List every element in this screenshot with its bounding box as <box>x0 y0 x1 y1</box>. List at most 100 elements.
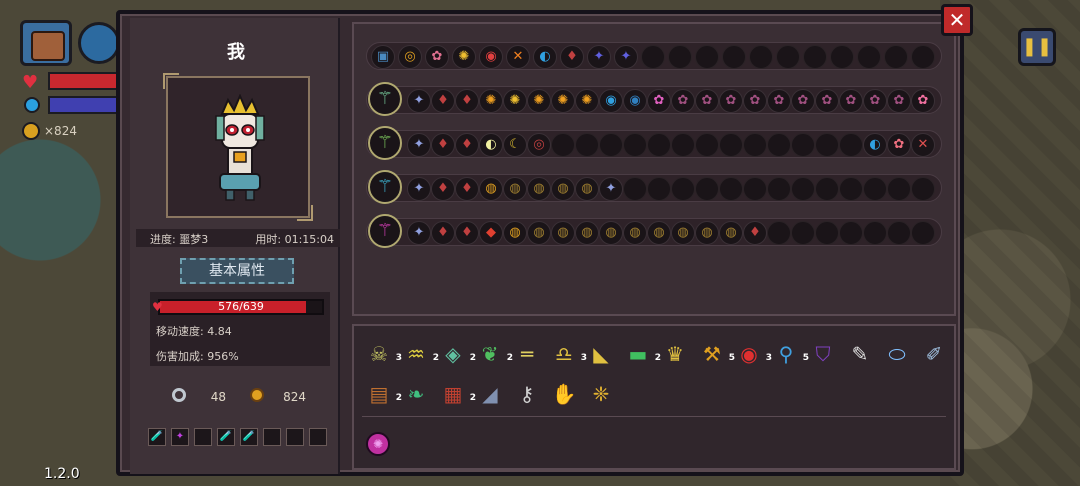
spell-slot-empty[interactable] <box>911 177 935 201</box>
spell-icon[interactable]: ♦ <box>743 221 767 245</box>
spell-icon[interactable]: ◍ <box>551 221 575 245</box>
spell-icon[interactable]: ◍ <box>647 221 671 245</box>
spell-icon[interactable]: ✺ <box>527 89 551 113</box>
spell-slot-empty[interactable] <box>887 177 911 201</box>
ember-icon[interactable]: ♦ <box>560 45 584 69</box>
jaws-icon[interactable]: ♒ 2 <box>401 340 439 370</box>
spell-icon[interactable]: ✿ <box>863 89 887 113</box>
spell-icon[interactable]: ◍ <box>671 221 695 245</box>
spell-slot-empty[interactable] <box>863 177 887 201</box>
spell-slot-empty[interactable] <box>647 177 671 201</box>
spell-icon[interactable]: ♦ <box>455 177 479 201</box>
rune-icon[interactable]: ✺ <box>452 45 476 69</box>
relic-slot-empty[interactable] <box>695 45 719 69</box>
spell-slot-empty[interactable] <box>719 177 743 201</box>
crystal-icon[interactable]: ✦ <box>171 428 189 446</box>
boot-icon[interactable]: ◢ <box>475 380 505 410</box>
spell-icon[interactable]: ◍ <box>479 177 503 201</box>
shield-icon[interactable]: ⛉ <box>808 340 838 370</box>
spell-slot-empty[interactable] <box>671 177 695 201</box>
spell-icon[interactable]: ✿ <box>911 89 935 113</box>
spell-icon[interactable]: ✿ <box>839 89 863 113</box>
spell-icon[interactable]: ✦ <box>407 133 431 157</box>
bone-icon[interactable]: ═ <box>512 340 542 370</box>
spell-icon[interactable]: ✦ <box>407 89 431 113</box>
spell-icon[interactable]: ◎ <box>527 133 551 157</box>
spell-icon[interactable]: ◍ <box>527 221 551 245</box>
basic-attributes-button[interactable]: 基本属性 <box>180 258 294 284</box>
spell-icon[interactable]: ◍ <box>503 177 527 201</box>
green-wand-icon[interactable]: ⚚ <box>368 82 402 116</box>
barrel-icon[interactable]: ▤ 2 <box>364 380 402 410</box>
spell-slot-empty[interactable] <box>623 177 647 201</box>
belt-icon[interactable]: ▬ 2 <box>623 340 661 370</box>
spell-icon[interactable]: ✺ <box>479 89 503 113</box>
pink-gem-icon[interactable]: ✺ <box>366 432 390 456</box>
spell-icon[interactable]: ✕ <box>911 133 935 157</box>
magnifier-icon[interactable]: ⚲ 5 <box>771 340 809 370</box>
spell-icon[interactable]: ◍ <box>575 221 599 245</box>
relic-slot-empty[interactable] <box>830 45 854 69</box>
potion-icon[interactable]: 🧪 <box>240 428 258 446</box>
spell-slot-empty[interactable] <box>719 133 743 157</box>
spell-slot-empty[interactable] <box>767 221 791 245</box>
spell-icon[interactable]: ♦ <box>431 89 455 113</box>
eye-icon[interactable]: ◉ 3 <box>734 340 772 370</box>
flask-icon[interactable]: 🧪 <box>217 428 235 446</box>
chest-icon[interactable]: ▣ <box>371 45 395 69</box>
relic-slot-empty[interactable] <box>722 45 746 69</box>
spell-slot-empty[interactable] <box>839 177 863 201</box>
blue-sword-icon[interactable]: ⚚ <box>368 170 402 204</box>
glove-icon[interactable]: ✋ <box>549 380 579 410</box>
spell-icon[interactable]: ✿ <box>671 89 695 113</box>
spell-slot-empty[interactable] <box>911 221 935 245</box>
pickaxe-icon[interactable]: ⚒ 5 <box>697 340 735 370</box>
key-icon[interactable]: ⚷ <box>512 380 542 410</box>
inventory-slot[interactable] <box>194 428 212 446</box>
spell-icon[interactable]: ◍ <box>527 177 551 201</box>
spell-icon[interactable]: ◉ <box>623 89 647 113</box>
spell-slot-empty[interactable] <box>815 177 839 201</box>
spell-icon[interactable]: ✿ <box>695 89 719 113</box>
horn-icon[interactable]: ◣ <box>586 340 616 370</box>
spell-icon[interactable]: ✿ <box>887 133 911 157</box>
spell-slot-empty[interactable] <box>695 177 719 201</box>
spell-icon[interactable]: ♦ <box>455 133 479 157</box>
spell-icon[interactable]: ♦ <box>455 89 479 113</box>
weapon-slot-icon[interactable] <box>78 22 120 64</box>
pause-button[interactable]: ❚❚ <box>1018 28 1056 66</box>
spell-icon[interactable]: ✦ <box>407 177 431 201</box>
pink-wand-icon[interactable]: ⚚ <box>368 214 402 248</box>
chest-icon[interactable] <box>20 20 72 66</box>
feather-icon[interactable]: ❦ 2 <box>475 340 513 370</box>
spell-icon[interactable]: ♦ <box>431 221 455 245</box>
spell-icon[interactable]: ✿ <box>815 89 839 113</box>
spell-icon[interactable]: ✺ <box>551 89 575 113</box>
spell-icon[interactable]: ◍ <box>599 221 623 245</box>
close-button[interactable]: ✕ <box>941 4 973 36</box>
crystal-icon[interactable]: ♛ <box>660 340 690 370</box>
relic-slot-empty[interactable] <box>749 45 773 69</box>
spell-icon[interactable]: ✿ <box>887 89 911 113</box>
spell-icon[interactable]: ♦ <box>431 133 455 157</box>
relic-slot-empty[interactable] <box>911 45 935 69</box>
crate-icon[interactable]: ▦ 2 <box>438 380 476 410</box>
spell-icon[interactable]: ◍ <box>719 221 743 245</box>
spell-icon[interactable]: ✿ <box>647 89 671 113</box>
relic-slot-empty[interactable] <box>668 45 692 69</box>
spell-slot-empty[interactable] <box>647 133 671 157</box>
spell-slot-empty[interactable] <box>863 221 887 245</box>
quill-icon[interactable]: ✎ <box>845 340 875 370</box>
inventory-slot[interactable] <box>309 428 327 446</box>
spell-slot-empty[interactable] <box>839 133 863 157</box>
cube-icon[interactable]: ◈ 2 <box>438 340 476 370</box>
blossom-icon[interactable]: ✿ <box>425 45 449 69</box>
spell-slot-empty[interactable] <box>695 133 719 157</box>
spell-slot-empty[interactable] <box>815 221 839 245</box>
star-icon[interactable]: ✦ <box>614 45 638 69</box>
spell-icon[interactable]: ✦ <box>599 177 623 201</box>
mirror-icon[interactable]: ⬭ <box>882 340 912 370</box>
bell-icon[interactable]: ♎ 3 <box>549 340 587 370</box>
spell-icon[interactable]: ◐ <box>479 133 503 157</box>
syringe-icon[interactable]: ✐ <box>919 340 949 370</box>
